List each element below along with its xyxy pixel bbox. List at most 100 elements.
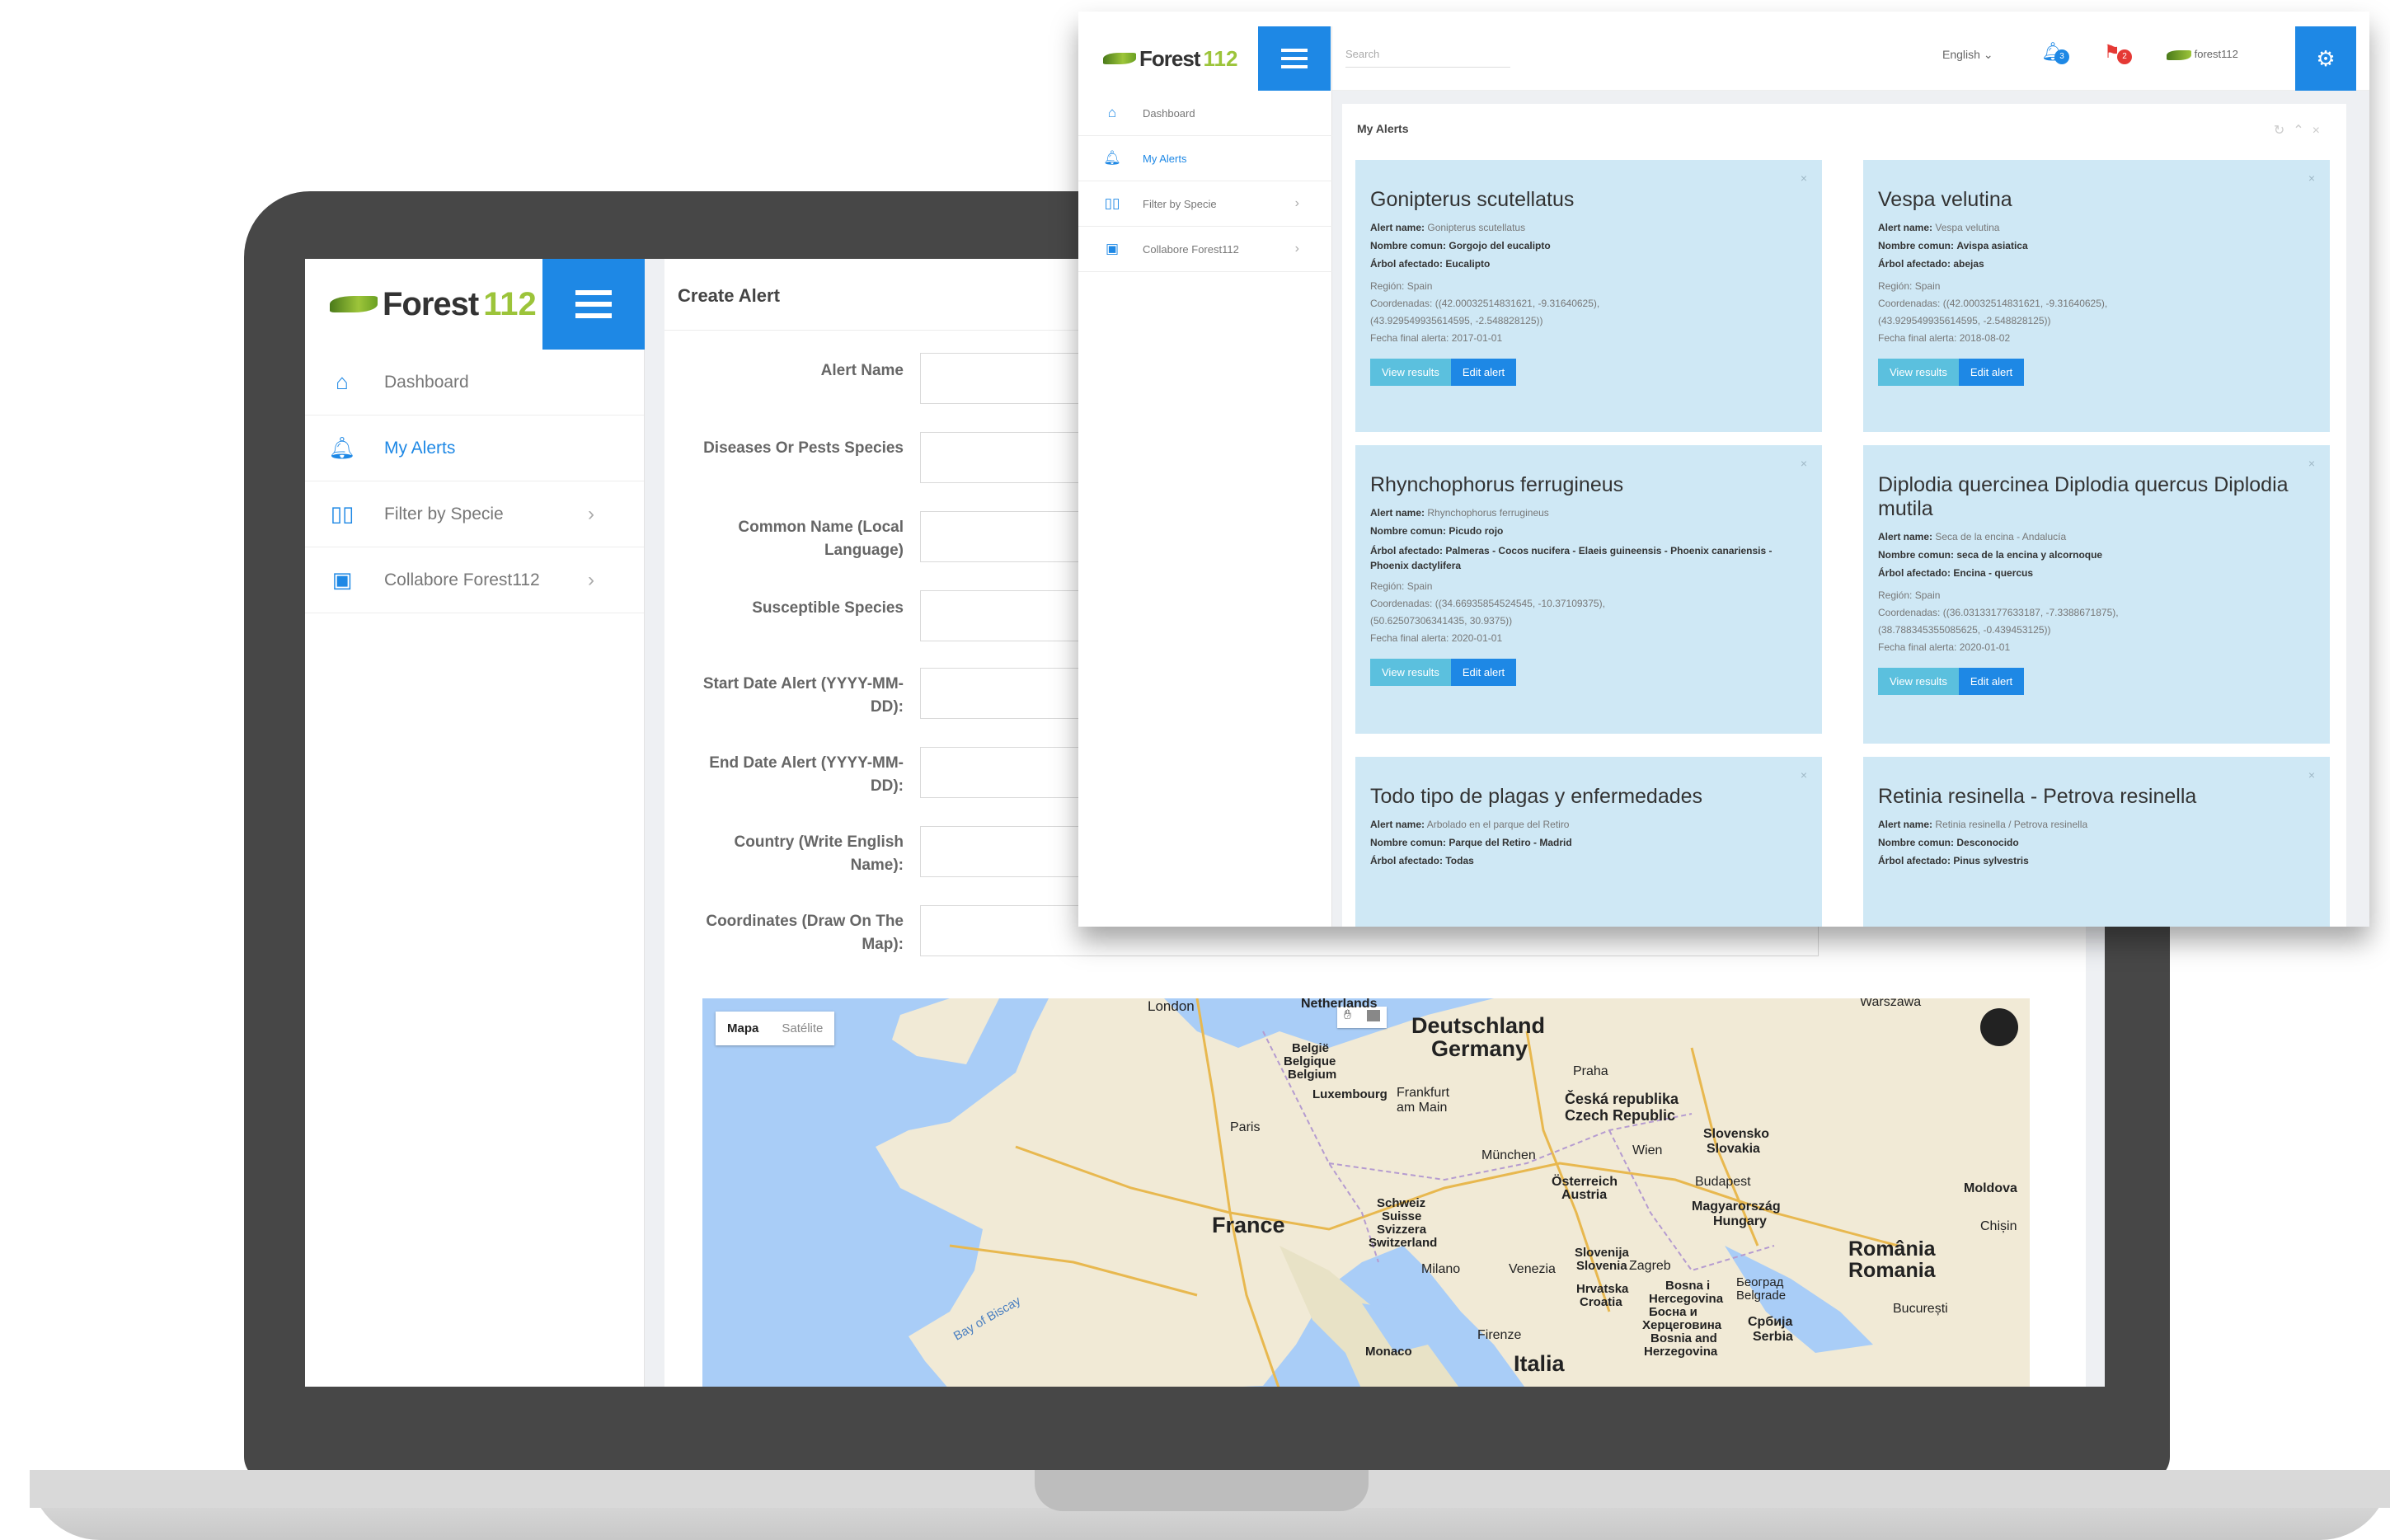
card-field: Alert name: Arbolado en el parque del Re… [1370,815,1807,833]
map-label: Paris [1230,1120,1261,1134]
rectangle-icon[interactable] [1367,1010,1380,1021]
image-icon: ▣ [1105,241,1120,256]
field-label: Alert name: [1878,222,1933,233]
map-label: België [1292,1041,1330,1055]
field-label: Árbol afectado: [1370,258,1444,270]
edit-alert-button[interactable]: Edit alert [1450,659,1517,686]
close-icon[interactable]: × [1801,768,1807,782]
menu-toggle-button[interactable] [542,259,645,350]
view-results-button[interactable]: View results [1370,359,1451,386]
bell-icon: 🔔︎ [328,435,356,460]
collapse-icon[interactable]: ⌃ [2293,124,2312,138]
close-icon[interactable]: × [1801,171,1807,185]
field-label: Nombre comun: [1878,837,1955,848]
card-field: (43.929549935614595, -2.548828125)) [1878,315,2051,326]
map-label: Slovenia [1576,1259,1627,1273]
brand-number: 112 [1203,45,1238,71]
sidebar-item-collabore[interactable]: ▣ Collabore Forest112 › [1078,227,1332,272]
sidebar-item-my-alerts[interactable]: 🔔︎ My Alerts [305,416,644,481]
card-field: (43.929549935614595, -2.548828125)) [1370,315,1543,326]
map-label: Česká republika [1565,1091,1679,1107]
card-title: Todo tipo de plagas y enfermedades [1370,785,1703,808]
username: forest112 [2194,48,2238,60]
field-label: Nombre comun: [1370,525,1447,537]
card-field: Árbol afectado: Eucalipto [1370,255,1807,273]
card-field: Nombre comun: Avispa asiatica [1878,237,2315,255]
brand-logo[interactable]: Forest 112 [1103,46,1237,72]
view-results-button[interactable]: View results [1878,359,1959,386]
map-label: Netherlands [1301,998,1378,1011]
field-value: Gonipterus scutellatus [1427,222,1526,233]
close-icon[interactable]: × [2308,171,2315,185]
sidebar-item-label: My Alerts [1143,152,1187,165]
field-label: Fecha final alerta: [1370,332,1449,344]
card-field: Árbol afectado: Todas [1370,852,1807,870]
sidebar-item-collabore[interactable]: ▣ Collabore Forest112 › [305,547,644,613]
sidebar-item-my-alerts[interactable]: 🔔︎ My Alerts [1078,136,1332,181]
map-label: Germany [1431,1036,1528,1061]
map-type-map-button[interactable]: Mapa [716,1012,770,1045]
field-value: abejas [1953,258,1984,270]
card-field: (50.62507306341435, 30.9375)) [1370,615,1513,627]
field-label: Alert name: [1370,819,1425,830]
sidebar: Forest 112 ⌂ Dashboard 🔔︎ My Alerts ▯▯ F… [305,259,645,1387]
close-icon[interactable]: × [2313,124,2328,138]
field-value: Parque del Retiro - Madrid [1449,837,1572,848]
field-value: ((42.00032514831621, -9.31640625), [1434,298,1600,309]
fullscreen-icon[interactable] [1980,1008,2018,1046]
view-results-button[interactable]: View results [1370,659,1451,686]
hamburger-icon [1281,49,1308,52]
sidebar-item-filter-by-specie[interactable]: ▯▯ Filter by Specie › [305,481,644,547]
field-value: 2020-01-01 [1959,641,2011,653]
card-actions: View results Edit alert [1878,359,2315,386]
chevron-down-icon: ⌄ [1983,48,1993,61]
map-label: Belgium [1288,1068,1337,1082]
close-icon[interactable]: × [2308,457,2315,470]
field-label: Fecha final alerta: [1370,632,1449,644]
card-field: Coordenadas: ((42.00032514831621, -9.316… [1370,295,1807,312]
user-menu[interactable]: forest112 [2167,48,2238,60]
field-label: Árbol afectado: [1370,545,1444,556]
card-field: Fecha final alerta: 2020-01-01 [1878,639,2315,656]
field-value: Rhynchophorus ferrugineus [1427,507,1549,519]
field-label: Common Name (Local Language) [738,519,904,559]
edit-alert-button[interactable]: Edit alert [1450,359,1517,386]
field-label: Coordenadas: [1878,298,1941,309]
map-label: Venezia [1509,1262,1556,1276]
map-canvas[interactable]: Mapa Satélite ✋︎ London Netherlands Deut… [702,998,2030,1387]
card-field: Alert name: Retinia resinella / Petrova … [1878,815,2315,833]
my-alerts-window: Search English ⌄ 🔔︎ 3 ⚑ 2 forest112 ⚙ Fo… [1078,12,2369,927]
home-icon: ⌂ [1107,105,1117,120]
field-value: Pinus sylvestris [1953,855,2029,866]
card-field: Fecha final alerta: 2020-01-01 [1370,630,1807,647]
field-label: Nombre comun: [1370,837,1447,848]
map-label: Romania [1848,1259,1936,1282]
map-label: Firenze [1477,1328,1522,1342]
field-value: ((34.66935854524545, -10.37109375), [1434,598,1605,609]
chevron-right-icon: › [1294,242,1299,256]
field-label: Coordenadas: [1370,598,1433,609]
sidebar-item-dashboard[interactable]: ⌂ Dashboard [1078,91,1332,136]
map-label: Moldova [1964,1181,2017,1195]
edit-alert-button[interactable]: Edit alert [1958,359,2025,386]
settings-gear-icon[interactable]: ⚙ [2295,26,2356,91]
alert-card: × Gonipterus scutellatus Alert name: Gon… [1355,160,1822,432]
alert-card: × Todo tipo de plagas y enfermedades Ale… [1355,757,1822,927]
map-type-satellite-button[interactable]: Satélite [770,1012,834,1045]
close-icon[interactable]: × [1801,457,1807,470]
brand-logo[interactable]: Forest 112 [330,286,537,323]
close-icon[interactable]: × [2308,768,2315,782]
sidebar-item-filter-by-specie[interactable]: ▯▯ Filter by Specie › [1078,181,1332,227]
map-label: Zagreb [1629,1259,1671,1273]
view-results-button[interactable]: View results [1878,668,1959,695]
map-land [876,998,2030,1387]
sidebar-item-dashboard[interactable]: ⌂ Dashboard [305,350,644,416]
refresh-icon[interactable]: ↻ [2274,124,2293,138]
language-selector[interactable]: English ⌄ [1942,48,1993,62]
edit-alert-button[interactable]: Edit alert [1958,668,2025,695]
sidebar-item-label: Dashboard [1143,106,1195,120]
card-title: Rhynchophorus ferrugineus [1370,473,1624,496]
menu-toggle-button[interactable] [1258,26,1331,91]
search-input[interactable]: Search [1345,48,1510,68]
field-label: Start Date Alert (YYYY-MM-DD): [702,675,904,716]
